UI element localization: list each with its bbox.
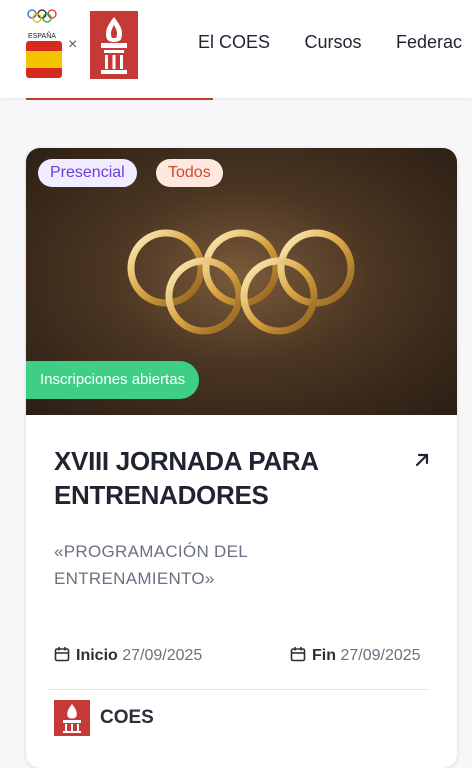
calendar-icon [54, 647, 70, 662]
course-card[interactable]: Presencial Todos Inscripciones abiertas … [26, 148, 457, 768]
organizer-logo [54, 700, 90, 736]
card-divider [48, 689, 430, 690]
nav-item-cursos[interactable]: Cursos [304, 32, 361, 53]
coes-logo[interactable] [90, 11, 138, 79]
logo-separator: × [68, 36, 78, 53]
nav-item-el-coes[interactable]: El COES [198, 32, 270, 53]
status-badge: Inscripciones abiertas [26, 361, 200, 399]
main-nav: El COES Cursos Federac [198, 32, 472, 53]
course-subtitle: «PROGRAMACIÓN DEL ENTRENAMIENTO» [54, 542, 248, 588]
course-image: Presencial Todos Inscripciones abiertas [26, 148, 457, 415]
arrow-up-right-icon[interactable] [412, 450, 432, 470]
spain-olympic-logo[interactable]: ESPAÑA [24, 8, 64, 80]
tag-todos[interactable]: Todos [156, 159, 223, 187]
start-date: Inicio 27/09/2025 [54, 646, 202, 665]
nav-item-federaciones[interactable]: Federac [396, 32, 462, 53]
course-title[interactable]: XVIII JORNADA PARA ENTRENADORES [54, 444, 384, 512]
organizer-name: COES [100, 707, 154, 728]
end-label: Fin [312, 647, 336, 664]
site-header: ESPAÑA × El COES Cursos Federac [0, 0, 472, 98]
calendar-icon [290, 647, 306, 662]
spain-logo-text: ESPAÑA [28, 31, 56, 40]
tag-presencial[interactable]: Presencial [38, 159, 137, 187]
active-nav-underline [26, 98, 213, 100]
end-date: Fin 27/09/2025 [290, 646, 421, 665]
end-date-value: 27/09/2025 [340, 647, 421, 664]
start-date-value: 27/09/2025 [122, 647, 203, 664]
start-label: Inicio [76, 647, 118, 664]
